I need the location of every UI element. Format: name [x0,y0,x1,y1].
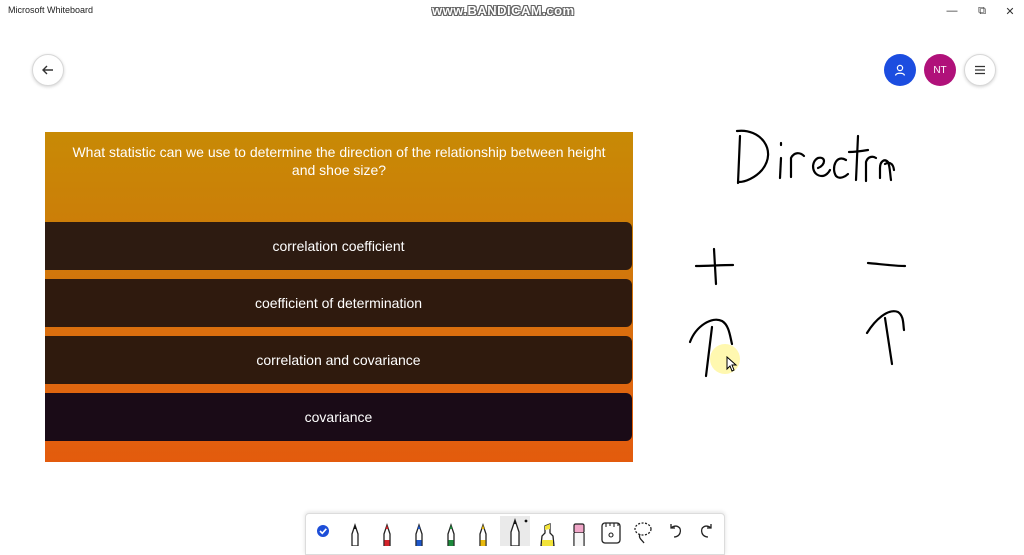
undo-icon[interactable] [660,516,690,546]
redo-icon[interactable] [692,516,722,546]
select-check-icon[interactable] [308,516,338,546]
red-pen-icon[interactable] [372,516,402,546]
eraser-icon[interactable] [564,516,594,546]
lasso-icon[interactable] [628,516,658,546]
highlighter-icon[interactable] [532,516,562,546]
mouse-pointer-icon [726,356,738,372]
cursor-highlight [710,344,740,374]
handwritten-word-direction [735,129,896,185]
blue-pen-icon[interactable] [404,516,434,546]
inking-toolbar [305,513,725,555]
handwritten-plus-sign [694,247,735,286]
black-pen-icon[interactable] [340,516,370,546]
handwritten-ink [688,129,907,378]
pencil-icon[interactable] [500,516,530,546]
yellow-pen-icon[interactable] [468,516,498,546]
handwritten-minus-sign [866,261,907,268]
green-pen-icon[interactable] [436,516,466,546]
handwritten-up-arrow-negative [865,310,906,366]
ruler-icon[interactable] [596,516,626,546]
